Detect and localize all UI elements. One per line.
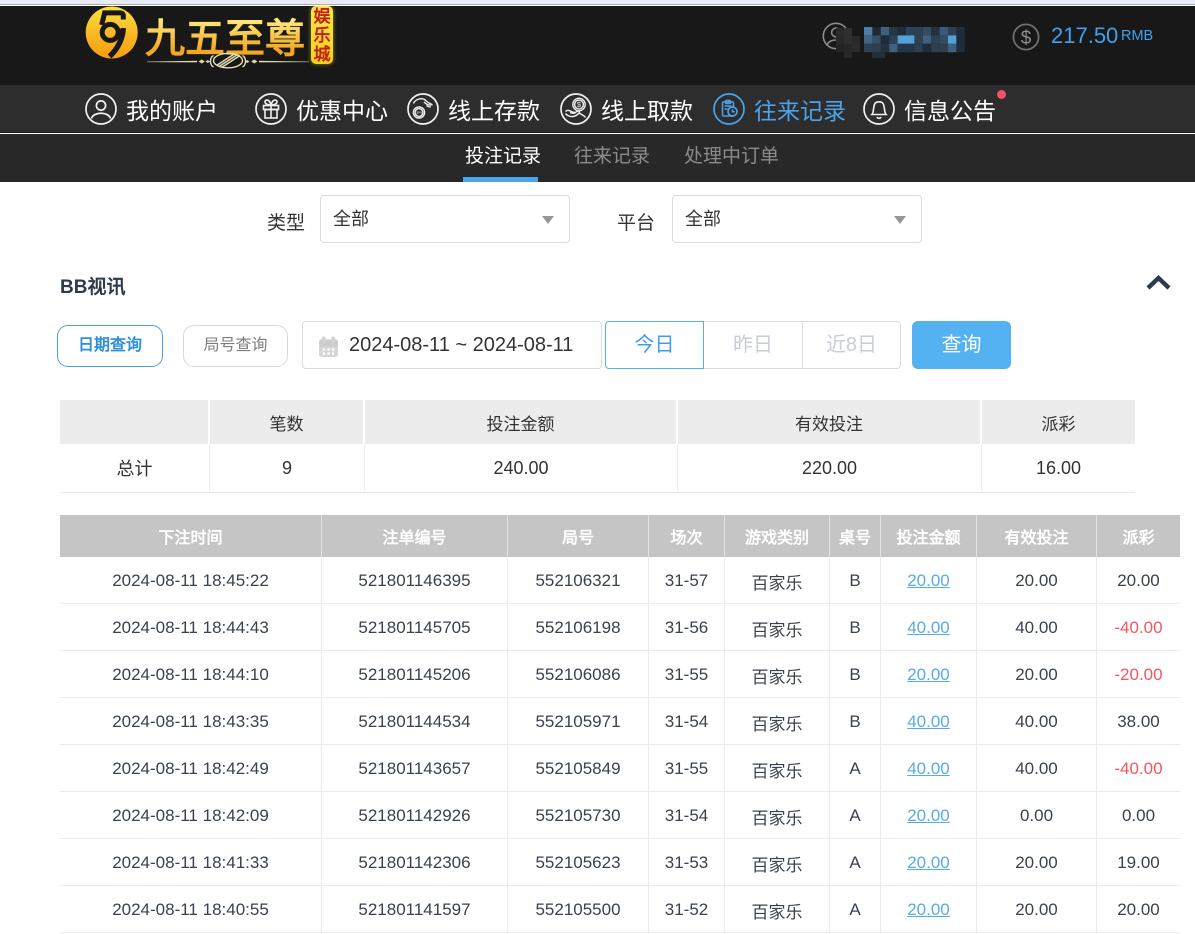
svg-text:JPY: JPY bbox=[416, 111, 423, 115]
svg-text:$: $ bbox=[1021, 28, 1032, 49]
